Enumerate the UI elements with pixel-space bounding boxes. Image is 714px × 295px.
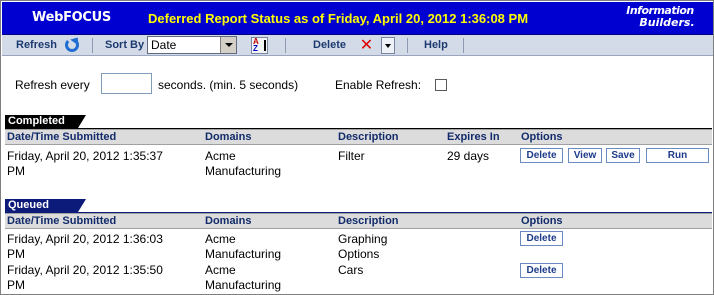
domain-name: Acme [205,263,236,277]
queued-col-submitted: Date/Time Submitted [7,215,117,227]
submitted-time-suffix: PM [7,278,25,292]
page-title: Deferred Report Status as of Friday, Apr… [148,11,529,26]
help-button[interactable]: Help [424,39,448,51]
domain-name-cont: Manufacturing [205,164,282,178]
deferred-report-status-window: WebFOCUS Deferred Report Status as of Fr… [0,0,714,295]
refresh-icon[interactable] [65,38,79,52]
submitted-date: Friday, April 20, 2012 1:36:03 [7,232,163,246]
domain-name-cont: Manufacturing [205,278,282,292]
toolbar-divider [92,38,93,53]
banner: WebFOCUS Deferred Report Status as of Fr… [2,2,713,35]
sort-by-label: Sort By [105,39,145,51]
submitted-date: Friday, April 20, 2012 1:35:50 [7,263,163,277]
submitted-time-suffix: PM [7,247,25,261]
report-description-cont: Options [338,247,380,261]
report-description: Cars [338,263,364,277]
row-run-button[interactable]: Run [646,148,709,163]
delete-dropdown-icon[interactable] [381,37,395,54]
completed-col-submitted: Date/Time Submitted [7,131,117,143]
queued-col-description: Description [338,215,399,227]
delete-x-icon[interactable]: ✕ [358,37,375,54]
submitted-date: Friday, April 20, 2012 1:35:37 [7,149,163,163]
completed-col-domains: Domains [205,131,252,143]
refresh-interval-input[interactable] [101,73,152,94]
chevron-down-icon[interactable] [220,37,236,53]
enable-refresh-checkbox[interactable] [435,79,447,91]
row-save-button[interactable]: Save [606,148,640,163]
completed-col-description: Description [338,131,399,143]
information-builders-logo: Information Builders. [617,5,703,32]
report-description: Filter [338,149,365,163]
toolbar-divider [407,38,408,53]
sort-by-select[interactable]: Date [147,36,237,54]
report-description: Graphing [338,232,388,246]
completed-col-options: Options [521,131,563,143]
refresh-seconds-label: seconds. (min. 5 seconds) [158,78,299,92]
toolbar-divider [285,38,286,53]
toolbar-divider [463,38,464,53]
row-delete-button[interactable]: Delete [520,231,563,246]
queued-col-options: Options [521,215,563,227]
sort-by-value: Date [151,38,177,52]
submitted-time-suffix: PM [7,164,25,178]
domain-name: Acme [205,232,236,246]
completed-col-expires: Expires In [447,131,500,143]
row-view-button[interactable]: View [568,148,602,163]
company-logo-line2: Builders. [639,16,695,29]
sort-order-az-icon[interactable]: AZ [251,37,268,54]
queued-section-tab: Queued [5,199,86,212]
row-delete-button[interactable]: Delete [520,148,563,163]
row-delete-button[interactable]: Delete [520,263,563,278]
refresh-every-label: Refresh every [15,78,90,92]
toolbar: Refresh Sort By Date AZ Delete ✕ Help [2,35,713,56]
queued-col-domains: Domains [205,215,252,227]
delete-button[interactable]: Delete [313,39,346,51]
refresh-button[interactable]: Refresh [16,39,57,51]
enable-refresh-label: Enable Refresh: [335,78,422,92]
webfocus-logo: WebFOCUS [32,10,111,25]
domain-name-cont: Manufacturing [205,247,282,261]
completed-section-tab: Completed [5,115,86,128]
domain-name: Acme [205,149,236,163]
expires-in: 29 days [447,149,490,163]
